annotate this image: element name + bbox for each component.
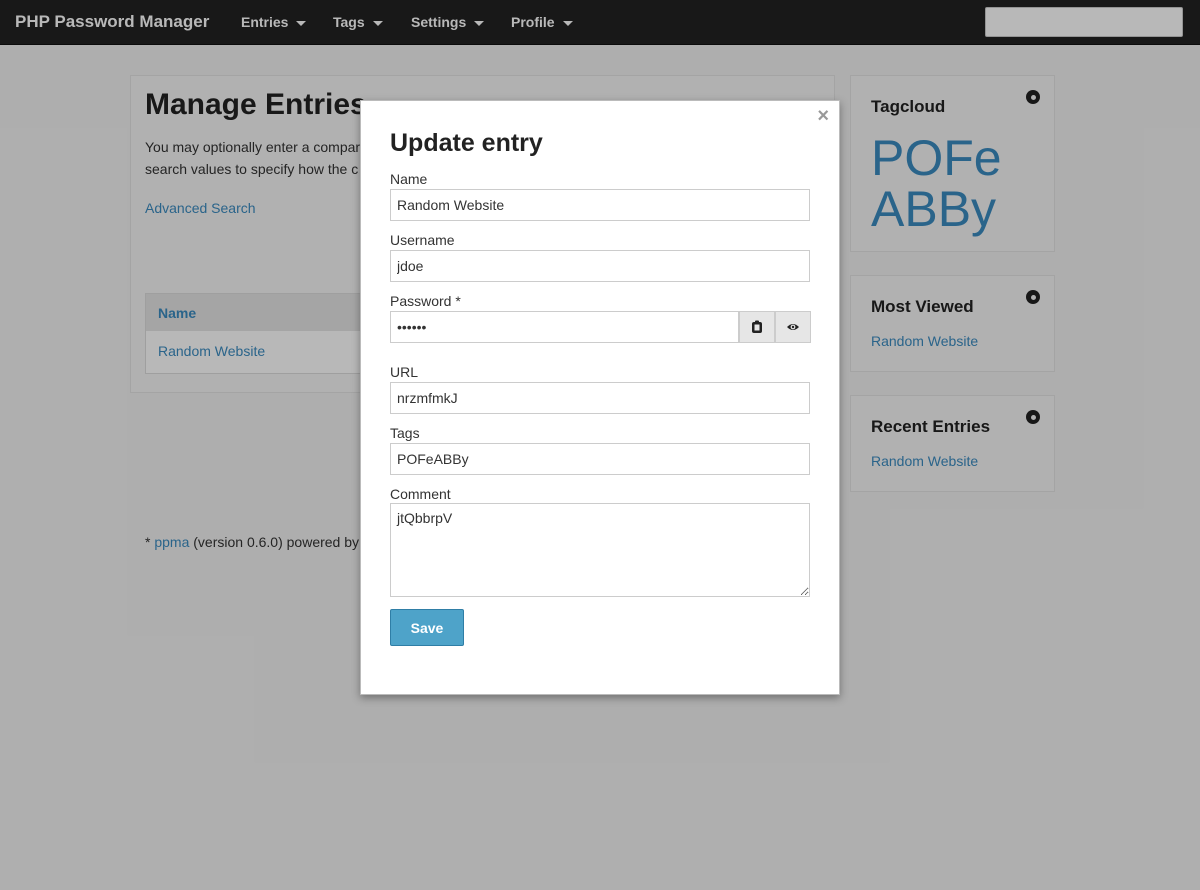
name-field[interactable] [390, 189, 810, 221]
tags-label: Tags [390, 425, 420, 441]
password-label: Password * [390, 293, 461, 309]
tags-field[interactable] [390, 443, 810, 475]
url-label: URL [390, 364, 419, 380]
copy-password-button[interactable] [739, 311, 775, 343]
username-label: Username [390, 232, 455, 248]
modal-title: Update entry [390, 129, 543, 157]
clipboard-icon [752, 320, 762, 333]
comment-field[interactable]: jtQbbrpV [390, 503, 810, 597]
comment-label: Comment [390, 486, 451, 502]
eye-icon [787, 324, 799, 330]
name-label: Name [390, 171, 428, 187]
show-password-button[interactable] [775, 311, 811, 343]
url-field[interactable] [390, 382, 810, 414]
save-button[interactable]: Save [390, 609, 464, 646]
username-field[interactable] [390, 250, 810, 282]
password-field[interactable] [390, 311, 739, 343]
update-entry-modal: × Update entry Name Username Password * … [360, 100, 840, 695]
close-icon[interactable]: × [817, 105, 829, 128]
